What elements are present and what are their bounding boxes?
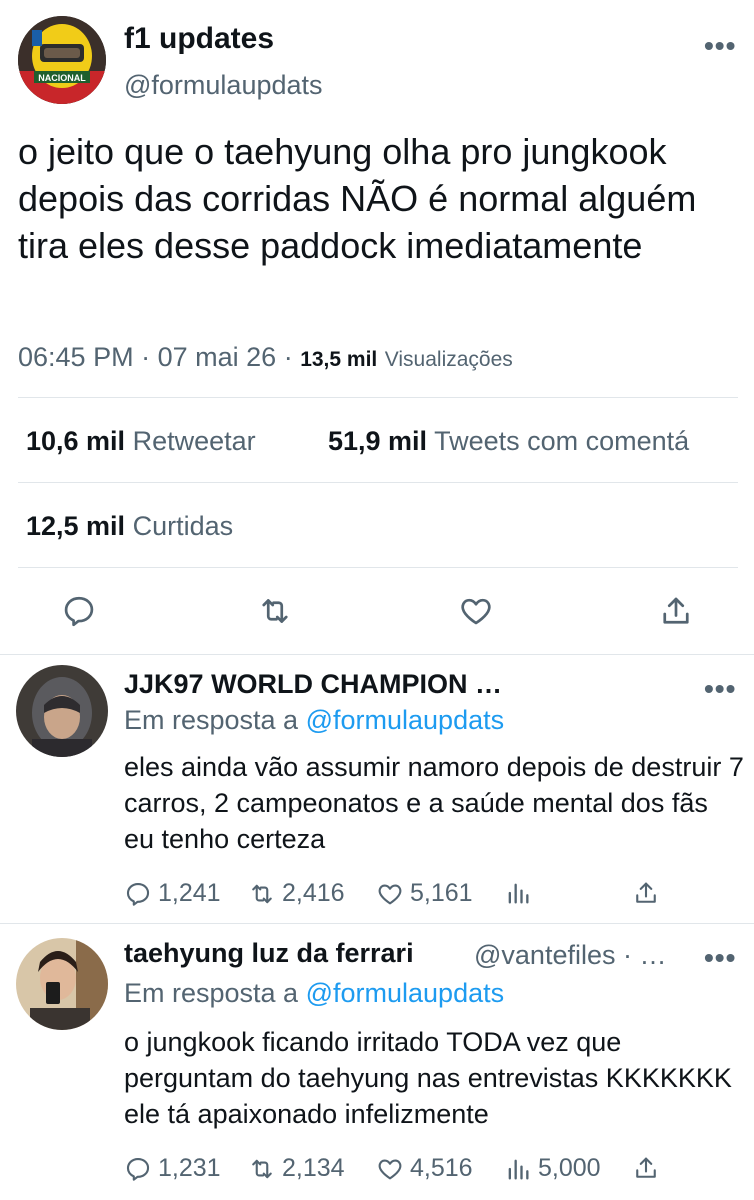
share-action[interactable]	[632, 1154, 666, 1182]
views-label: Visualizações	[384, 348, 513, 371]
in-reply-prefix: Em resposta a	[124, 978, 299, 1008]
quotes-label: Tweets com comentá	[434, 426, 690, 456]
view-count: 5,000	[538, 1154, 601, 1182]
reply-author-name[interactable]: JJK97 WORLD CHAMPION …	[124, 669, 502, 700]
retweet-count: 2,134	[282, 1154, 345, 1182]
like-count: 4,516	[410, 1154, 473, 1182]
tweet-time[interactable]: 06:45 PM	[18, 342, 134, 372]
likes-stat[interactable]: 12,5 mil Curtidas	[26, 511, 233, 542]
reply-actions: 1,241 2,416 5,161	[124, 879, 744, 911]
retweet-icon	[252, 884, 272, 903]
avatar-badge-text: NACIONAL	[38, 73, 86, 83]
tweet-meta: 06:45 PM · 07 mai 26 · 13,5 mil Visualiz…	[18, 342, 513, 373]
views-count: 13,5 mil	[300, 348, 378, 371]
in-reply-handle-link[interactable]: @formulaupdats	[306, 705, 505, 735]
retweets-stat[interactable]: 10,6 mil Retweetar	[26, 426, 256, 457]
meta-separator: ·	[283, 342, 301, 372]
views-action[interactable]: 5,000	[504, 1154, 601, 1183]
reply-actions: 1,231 2,134 4,516 5,000	[124, 1154, 744, 1186]
reply-icon	[126, 882, 150, 906]
reply-icon[interactable]	[61, 593, 97, 629]
reply-text: o jungkook ficando irritado TODA vez que…	[124, 1027, 732, 1129]
more-options-icon[interactable]: •••	[704, 944, 736, 972]
likes-count: 12,5 mil	[26, 511, 126, 541]
in-reply-to: Em resposta a @formulaupdats	[124, 705, 504, 736]
views-action[interactable]	[504, 879, 538, 907]
share-action[interactable]	[632, 879, 666, 907]
retweets-count: 10,6 mil	[26, 426, 126, 456]
divider	[18, 482, 738, 483]
in-reply-prefix: Em resposta a	[124, 705, 299, 735]
more-options-icon[interactable]: •••	[704, 32, 736, 60]
reply-action[interactable]: 1,241	[124, 879, 221, 908]
reply-avatar[interactable]	[16, 938, 108, 1030]
reply-count: 1,241	[158, 879, 221, 907]
share-icon	[636, 1157, 656, 1178]
like-icon	[378, 1159, 402, 1179]
reply-count: 1,231	[158, 1154, 221, 1182]
author-avatar[interactable]: NACIONAL	[18, 16, 106, 104]
like-icon[interactable]	[458, 593, 494, 629]
in-reply-to: Em resposta a @formulaupdats	[124, 978, 504, 1009]
views-icon	[508, 883, 529, 904]
retweet-icon[interactable]	[257, 593, 293, 629]
share-icon[interactable]	[658, 593, 694, 629]
retweet-action[interactable]: 2,416	[248, 879, 345, 908]
like-count: 5,161	[410, 879, 473, 907]
retweet-action[interactable]: 2,134	[248, 1154, 345, 1183]
retweet-count: 2,416	[282, 879, 345, 907]
main-tweet: NACIONAL f1 updates @formulaupdats ••• o…	[0, 0, 754, 655]
divider	[18, 397, 738, 398]
tweet-date[interactable]: 07 mai 26	[158, 342, 277, 372]
reply-text: eles ainda vão assumir namoro depois de …	[124, 752, 744, 854]
views-icon	[508, 1159, 529, 1179]
mirror-selfie-avatar-image	[16, 938, 108, 1030]
like-action[interactable]: 5,161	[376, 879, 473, 908]
divider	[18, 567, 738, 568]
like-action[interactable]: 4,516	[376, 1154, 473, 1183]
author-handle[interactable]: @formulaupdats	[124, 70, 323, 101]
share-icon	[636, 882, 656, 903]
quotes-count: 51,9 mil	[328, 426, 428, 456]
helmet-avatar-image: NACIONAL	[18, 16, 106, 104]
meta-separator: ·	[141, 342, 158, 372]
likes-label: Curtidas	[132, 511, 234, 541]
author-name[interactable]: f1 updates	[124, 22, 274, 56]
hooded-person-avatar-image	[16, 665, 108, 757]
reply-action[interactable]: 1,231	[124, 1154, 221, 1183]
tweet-text: o jeito que o taehyung olha pro jungkook…	[18, 131, 697, 266]
reply-author-name[interactable]: taehyung luz da ferrari	[124, 938, 414, 969]
retweet-icon	[252, 1159, 272, 1178]
reply-avatar[interactable]	[16, 665, 108, 757]
quotes-stat[interactable]: 51,9 mil Tweets com comentá	[328, 426, 689, 457]
like-icon	[378, 884, 402, 904]
more-options-icon[interactable]: •••	[704, 675, 736, 703]
reply-author-handle[interactable]: @vantefiles · …	[474, 940, 666, 971]
reply-icon	[126, 1157, 150, 1181]
reply-tweet[interactable]: taehyung luz da ferrari @vantefiles · … …	[0, 924, 754, 1200]
retweets-label: Retweetar	[132, 426, 256, 456]
in-reply-handle-link[interactable]: @formulaupdats	[306, 978, 505, 1008]
reply-tweet[interactable]: JJK97 WORLD CHAMPION … ••• Em resposta a…	[0, 655, 754, 923]
